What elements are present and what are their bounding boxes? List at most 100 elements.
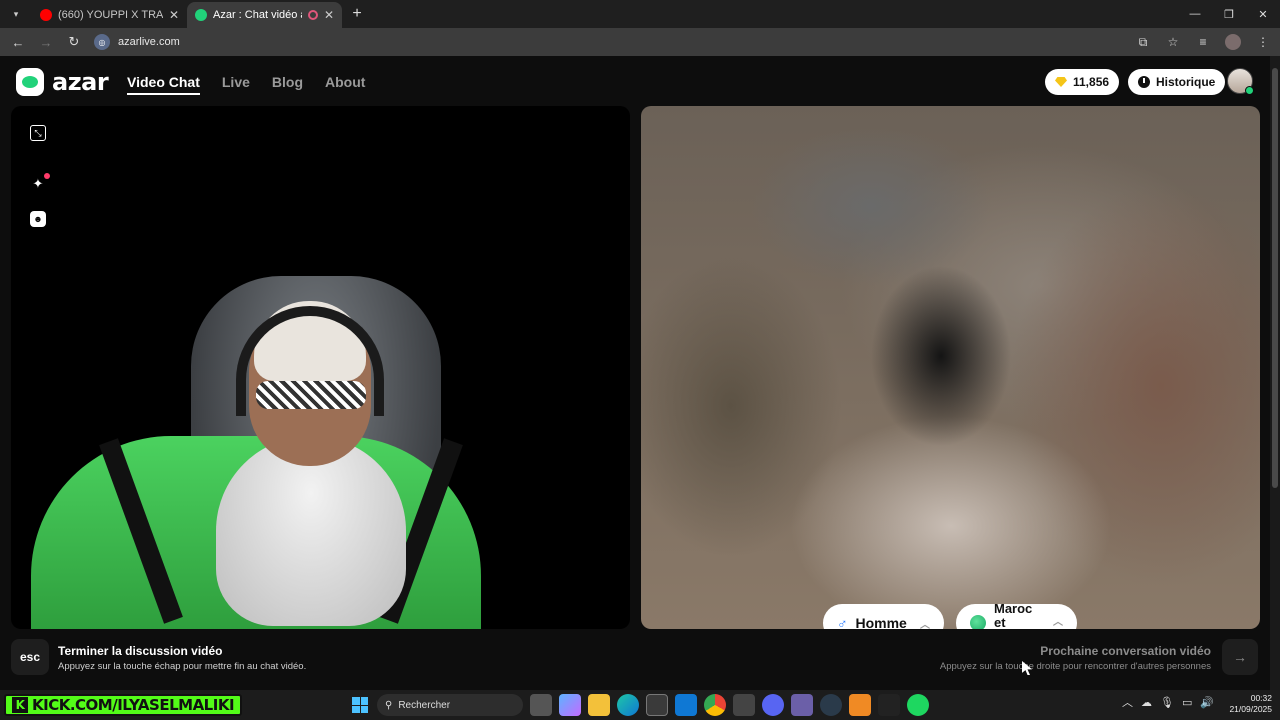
mask-icon[interactable]: ☻ xyxy=(30,211,46,227)
profile-icon[interactable] xyxy=(1222,31,1244,53)
task-view-icon[interactable] xyxy=(530,694,552,716)
network-icon[interactable]: ▭ xyxy=(1182,696,1192,709)
windows-taskbar: K KICK.COM/ILYASELMALIKI ⚲ Rechercher ︿ … xyxy=(0,690,1280,720)
reload-icon[interactable]: ↻ xyxy=(62,30,86,54)
end-chat-title: Terminer la discussion vidéo xyxy=(58,644,223,658)
tab-title: (660) YOUPPI X TRAPKING / 2 D xyxy=(58,9,163,21)
nav-blog[interactable]: Blog xyxy=(272,74,303,95)
microphone-icon[interactable]: 🎙 xyxy=(1160,696,1174,709)
azar-page: azar Video Chat Live Blog About 11,856 H… xyxy=(0,56,1280,690)
tab-title: Azar : Chat vidéo avec de n xyxy=(213,9,302,21)
gender-filter-label: Homme xyxy=(855,615,907,629)
gem-icon xyxy=(1055,77,1067,87)
recording-indicator-icon xyxy=(307,10,318,20)
system-tray: ︿ ☁ 🎙 ▭ 🔊 xyxy=(1122,694,1214,710)
next-chat-title: Prochaine conversation vidéo xyxy=(1040,644,1211,658)
bookmark-star-icon[interactable]: ☆ xyxy=(1162,31,1184,53)
copilot-icon[interactable] xyxy=(559,694,581,716)
discord-icon[interactable] xyxy=(762,694,784,716)
spotify-icon[interactable] xyxy=(907,694,929,716)
azar-logo[interactable]: azar xyxy=(16,68,109,96)
clock-time: 00:32 xyxy=(1250,693,1272,703)
nav-live[interactable]: Live xyxy=(222,74,250,95)
taskbar-search[interactable]: ⚲ Rechercher xyxy=(377,694,523,716)
file-explorer-icon[interactable] xyxy=(588,694,610,716)
logo-text: azar xyxy=(52,68,109,96)
taskbar-apps xyxy=(530,694,929,716)
tab-search-icon[interactable]: ▾ xyxy=(6,4,26,24)
glasses xyxy=(256,381,366,409)
gender-filter-button[interactable]: ♂ Homme ︿ xyxy=(823,604,944,629)
gems-balance-button[interactable]: 11,856 xyxy=(1045,69,1120,95)
effects-sparkle-icon[interactable]: ✦ xyxy=(30,176,46,192)
clock-icon xyxy=(1138,76,1150,88)
cloud-icon[interactable]: ☁ xyxy=(1141,696,1152,709)
close-tab-icon[interactable]: ✕ xyxy=(324,8,334,22)
history-button[interactable]: Historique xyxy=(1128,69,1226,95)
gems-count: 11,856 xyxy=(1073,75,1110,89)
edge-icon[interactable] xyxy=(617,694,639,716)
window-controls: — ❐ ✕ xyxy=(1178,0,1280,28)
minimize-icon[interactable]: — xyxy=(1178,0,1212,28)
url-text[interactable]: azarlive.com xyxy=(118,36,180,48)
tray-overflow-icon[interactable]: ︿ xyxy=(1122,694,1133,710)
volume-icon[interactable]: 🔊 xyxy=(1200,696,1214,709)
next-chat-arrow-button[interactable]: → xyxy=(1222,639,1258,675)
male-icon: ♂ xyxy=(837,615,848,629)
forward-icon[interactable]: → xyxy=(34,30,58,54)
url-field[interactable]: ◎ azarlive.com xyxy=(90,31,1128,53)
main-nav: Video Chat Live Blog About xyxy=(127,74,365,95)
valorant-icon[interactable] xyxy=(878,694,900,716)
mail-icon[interactable] xyxy=(733,694,755,716)
close-tab-icon[interactable]: ✕ xyxy=(169,8,179,22)
back-icon[interactable]: ← xyxy=(6,30,30,54)
steam-icon[interactable] xyxy=(820,694,842,716)
menu-kebab-icon[interactable]: ⋮ xyxy=(1252,31,1274,53)
end-chat-esc-button[interactable]: esc xyxy=(11,639,49,675)
clock-date: 21/09/2025 xyxy=(1229,704,1272,714)
nav-video-chat[interactable]: Video Chat xyxy=(127,74,200,95)
vlc-icon[interactable] xyxy=(849,694,871,716)
self-video-panel: ⤡ ✦ ☻ xyxy=(11,106,630,629)
chevron-up-icon: ︿ xyxy=(1053,617,1063,628)
address-actions: ⧉ ☆ ≡ ⋮ xyxy=(1132,31,1274,53)
next-chat-hint: Appuyez sur la touche droite pour rencon… xyxy=(939,661,1211,672)
online-badge xyxy=(1245,86,1254,95)
outlook-icon[interactable] xyxy=(675,694,697,716)
browser-tab-youtube[interactable]: (660) YOUPPI X TRAPKING / 2 D ✕ xyxy=(32,2,187,28)
browser-tab-azar[interactable]: Azar : Chat vidéo avec de n ✕ xyxy=(187,2,342,28)
close-window-icon[interactable]: ✕ xyxy=(1246,0,1280,28)
new-tab-button[interactable]: + xyxy=(346,3,368,25)
start-button[interactable] xyxy=(352,697,368,713)
media-controls-icon[interactable]: ≡ xyxy=(1192,31,1214,53)
nav-about[interactable]: About xyxy=(325,74,365,95)
browser-tab-strip: ▾ (660) YOUPPI X TRAPKING / 2 D ✕ Azar :… xyxy=(0,0,1280,28)
chevron-up-icon: ︿ xyxy=(920,619,930,630)
site-info-icon[interactable]: ◎ xyxy=(94,34,110,50)
page-scrollbar[interactable] xyxy=(1270,56,1280,690)
region-filter-button[interactable]: Maroc et autres... ︿ xyxy=(956,601,1077,630)
region-filter-label: Maroc et autres... xyxy=(994,601,1033,630)
notification-dot xyxy=(44,173,50,179)
kick-banner-text: KICK.COM/ILYASELMALIKI xyxy=(32,696,235,714)
user-avatar[interactable] xyxy=(1227,68,1254,95)
install-app-icon[interactable]: ⧉ xyxy=(1132,31,1154,53)
history-label: Historique xyxy=(1156,75,1216,89)
store-icon[interactable] xyxy=(646,694,668,716)
kick-banner: K KICK.COM/ILYASELMALIKI xyxy=(4,694,243,716)
gaming-icon[interactable] xyxy=(791,694,813,716)
address-bar: ← → ↻ ◎ azarlive.com ⧉ ☆ ≡ ⋮ xyxy=(0,28,1280,56)
youtube-favicon-icon xyxy=(40,9,52,21)
azar-favicon-icon xyxy=(195,9,207,21)
scrollbar-thumb[interactable] xyxy=(1272,68,1278,488)
taskbar-search-placeholder: Rechercher xyxy=(398,699,451,711)
restore-icon[interactable]: ❐ xyxy=(1212,0,1246,28)
end-chat-hint: Appuyez sur la touche échap pour mettre … xyxy=(58,661,307,672)
azar-logo-icon xyxy=(16,68,44,96)
taskbar-clock[interactable]: 00:32 21/09/2025 xyxy=(1222,693,1272,715)
search-icon: ⚲ xyxy=(385,699,393,711)
minimize-video-icon[interactable]: ⤡ xyxy=(30,125,46,141)
chrome-icon[interactable] xyxy=(704,694,726,716)
kick-logo-icon: K xyxy=(12,697,28,713)
globe-icon xyxy=(970,615,986,629)
